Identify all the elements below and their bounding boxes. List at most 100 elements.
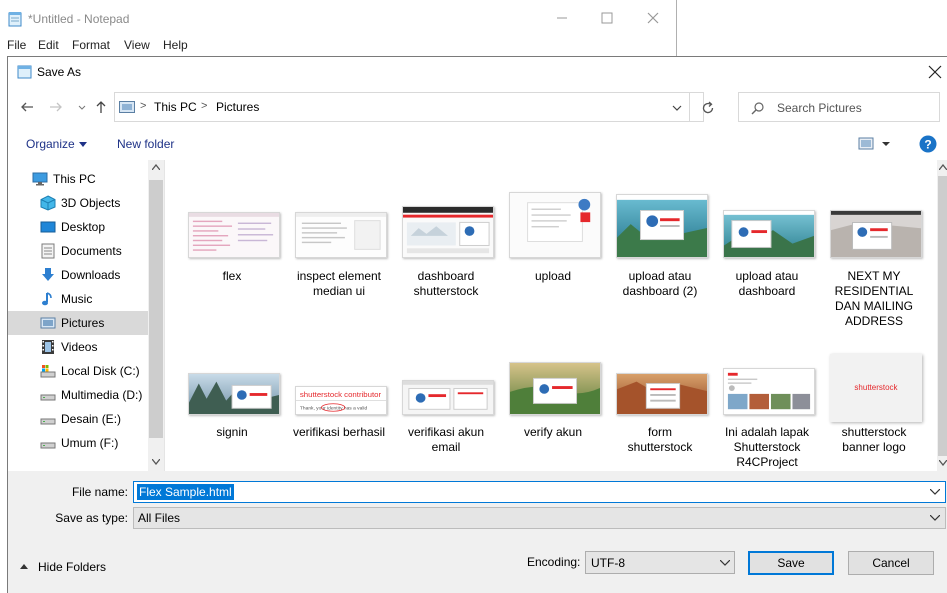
- file-thumbnail: [402, 206, 494, 258]
- help-icon[interactable]: ?: [919, 135, 937, 153]
- maximize-icon[interactable]: [599, 10, 615, 26]
- menu-file[interactable]: File: [7, 38, 26, 52]
- file-name: inspect element median ui: [286, 269, 392, 299]
- navigation-bar: > This PC > Pictures: [8, 87, 947, 128]
- pictures-folder-icon: [119, 101, 135, 113]
- file-thumbnail: [616, 194, 708, 258]
- chevron-down-icon[interactable]: [930, 489, 940, 495]
- sidebar-item-local-disk-c[interactable]: Local Disk (C:): [8, 359, 148, 383]
- sidebar-item-label: This PC: [53, 172, 96, 186]
- sidebar-item-videos[interactable]: Videos: [8, 335, 148, 359]
- menu-format[interactable]: Format: [72, 38, 110, 52]
- chevron-down-icon[interactable]: [930, 515, 940, 521]
- file-name-line: ADDRESS: [844, 314, 903, 328]
- notepad-icon: [8, 12, 22, 27]
- up-arrow-icon[interactable]: [93, 99, 109, 115]
- file-name-line: shutterstock: [627, 440, 693, 454]
- encoding-label: Encoding:: [527, 555, 581, 569]
- documents-icon: [41, 243, 55, 259]
- chevron-down-icon[interactable]: [720, 560, 730, 566]
- video-icon: [42, 340, 54, 354]
- search-input[interactable]: [777, 99, 927, 117]
- new-folder-button[interactable]: New folder: [117, 137, 174, 151]
- sidebar-item-documents[interactable]: Documents: [8, 239, 148, 263]
- save-options-panel: File name: Flex Sample.html Save as type…: [8, 471, 947, 593]
- sidebar-item-multimedia-d[interactable]: Multimedia (D:): [8, 383, 148, 407]
- chevron-up-icon: [20, 564, 28, 569]
- file-name-label: File name:: [71, 485, 128, 499]
- dialog-title: Save As: [37, 65, 82, 79]
- sidebar-item-downloads[interactable]: Downloads: [8, 263, 148, 287]
- file-thumbnail: [295, 212, 387, 258]
- file-name: signin: [179, 425, 285, 440]
- sidebar-scroll-thumb[interactable]: [149, 180, 163, 438]
- file-name: flex: [179, 269, 285, 284]
- recent-locations-icon[interactable]: [74, 99, 90, 115]
- sidebar-item-umum-f[interactable]: Umum (F:): [8, 431, 148, 455]
- file-name-line: shutterstock: [841, 425, 907, 439]
- scroll-down-icon[interactable]: [152, 459, 160, 465]
- close-icon[interactable]: [928, 65, 942, 79]
- svg-text:shutterstock contributor: shutterstock contributor: [300, 390, 382, 399]
- file-name-line: inspect element: [296, 269, 382, 283]
- back-arrow-icon[interactable]: [19, 99, 35, 115]
- cancel-button[interactable]: Cancel: [848, 551, 934, 575]
- breadcrumb-this-pc[interactable]: This PC: [154, 100, 197, 114]
- close-icon[interactable]: [645, 10, 661, 26]
- change-view-icon[interactable]: [858, 136, 894, 152]
- save-as-dialog: Save As > This PC > Pictures Organize: [7, 56, 947, 593]
- sidebar-item-desain-e[interactable]: Desain (E:): [8, 407, 148, 431]
- sidebar-item-music[interactable]: Music: [8, 287, 148, 311]
- file-name-line: median ui: [312, 284, 366, 298]
- file-name-field[interactable]: Flex Sample.html: [133, 481, 946, 503]
- sidebar-item-pictures[interactable]: Pictures: [8, 311, 148, 335]
- sidebar-item-label: Local Disk (C:): [61, 364, 140, 378]
- file-name-line: verifikasi akun: [407, 425, 485, 439]
- scroll-down-icon[interactable]: [939, 460, 947, 466]
- breadcrumb-chevron-icon[interactable]: >: [201, 100, 207, 112]
- file-list-scrollbar[interactable]: [937, 160, 947, 471]
- file-name-input[interactable]: Flex Sample.html: [137, 484, 234, 500]
- notepad-title: *Untitled - Notepad: [28, 12, 130, 26]
- scroll-up-icon[interactable]: [939, 164, 947, 170]
- breadcrumb-pictures[interactable]: Pictures: [216, 100, 259, 114]
- address-bar[interactable]: > This PC > Pictures: [114, 92, 714, 122]
- sidebar-item-this-pc[interactable]: This PC: [8, 167, 148, 191]
- save-as-type-select[interactable]: All Files: [133, 507, 946, 529]
- sidebar-item-label: Documents: [61, 244, 122, 258]
- file-name-line: form: [648, 425, 672, 439]
- command-bar: Organize New folder ?: [8, 128, 947, 160]
- save-button[interactable]: Save: [748, 551, 834, 575]
- minimize-icon[interactable]: [554, 10, 570, 26]
- download-icon: [42, 268, 54, 281]
- file-name: upload atau dashboard: [714, 269, 820, 299]
- scroll-up-icon[interactable]: [152, 164, 160, 170]
- sidebar-item-label: Desain (E:): [61, 412, 122, 426]
- file-list-scroll-thumb[interactable]: [938, 176, 947, 456]
- file-name: verifikasi akun email: [393, 425, 499, 455]
- menu-help[interactable]: Help: [163, 38, 188, 52]
- address-divider: [689, 93, 690, 121]
- sidebar-item-3d-objects[interactable]: 3D Objects: [8, 191, 148, 215]
- organize-button[interactable]: Organize: [26, 137, 75, 151]
- dialog-title-bar: Save As: [8, 57, 947, 87]
- search-box[interactable]: [738, 92, 940, 122]
- forward-arrow-icon[interactable]: [48, 99, 64, 115]
- file-name-line: banner logo: [842, 440, 906, 454]
- svg-text:Thank, your identity has a val: Thank, your identity has a valid: [300, 405, 368, 411]
- hide-folders-button[interactable]: Hide Folders: [20, 559, 120, 577]
- chevron-down-icon[interactable]: [79, 142, 87, 147]
- file-name: Ini adalah lapak Shutterstock R4CProject: [714, 425, 820, 470]
- menu-view[interactable]: View: [124, 38, 150, 52]
- menu-edit[interactable]: Edit: [38, 38, 59, 52]
- file-name-line: verifikasi berhasil: [292, 425, 386, 439]
- refresh-icon[interactable]: [700, 100, 716, 116]
- sidebar-item-desktop[interactable]: Desktop: [8, 215, 148, 239]
- encoding-select[interactable]: UTF-8: [585, 551, 735, 574]
- file-name-line: upload atau: [628, 269, 692, 283]
- search-icon: [751, 102, 764, 115]
- chevron-down-icon[interactable]: [671, 102, 683, 114]
- sidebar-scrollbar[interactable]: [148, 160, 164, 471]
- drive-icon: [40, 418, 56, 425]
- file-name: NEXT MY RESIDENTIAL DAN MAILING ADDRESS: [821, 269, 927, 329]
